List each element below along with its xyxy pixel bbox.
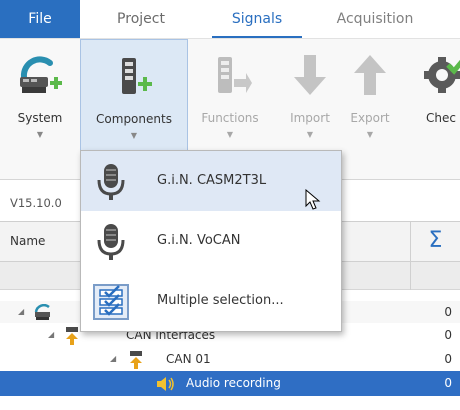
- menu-item-multiple-selection[interactable]: Multiple selection...: [81, 271, 341, 331]
- device-icon: [34, 304, 50, 320]
- column-header-name[interactable]: Name: [10, 234, 45, 248]
- check-gear-icon: [424, 57, 460, 93]
- menu-item-vocan[interactable]: G.i.N. VoCAN: [81, 211, 341, 271]
- functions-button-label: Functions: [201, 111, 259, 125]
- menu-item-label: G.i.N. CASM2T3L: [157, 173, 267, 188]
- export-button[interactable]: Export ▼: [340, 39, 400, 155]
- chevron-down-icon: ▼: [366, 130, 374, 139]
- tree-row-value: 0: [444, 376, 452, 390]
- export-button-label: Export: [350, 111, 390, 125]
- ribbon-tab-bar: File Project Signals Acquisition: [0, 0, 460, 38]
- import-button-label: Import: [290, 111, 330, 125]
- import-button[interactable]: Import ▼: [280, 39, 340, 155]
- components-dropdown-menu: G.i.N. CASM2T3L G.i.N. VoCAN Multiple se…: [80, 150, 342, 332]
- check-button-label: Chec: [426, 111, 456, 125]
- menu-item-casm2t3l[interactable]: G.i.N. CASM2T3L: [81, 151, 341, 211]
- functions-add-icon: [218, 57, 252, 93]
- import-arrow-icon: [294, 55, 326, 95]
- functions-button[interactable]: Functions ▼: [190, 39, 270, 155]
- version-label: V15.10.0: [10, 196, 62, 210]
- export-arrow-icon: [354, 55, 386, 95]
- chevron-down-icon: ▼: [130, 131, 138, 140]
- multi-select-checklist-icon: [93, 284, 129, 320]
- microphone-icon: [97, 224, 125, 260]
- expand-collapse-icon[interactable]: ◢: [110, 348, 116, 370]
- components-button-label: Components: [96, 112, 172, 126]
- expand-collapse-icon[interactable]: ◢: [48, 324, 54, 346]
- microphone-icon: [97, 164, 125, 200]
- tree-row-value: 0: [444, 328, 452, 342]
- tab-signals[interactable]: Signals: [212, 0, 302, 38]
- tab-acquisition[interactable]: Acquisition: [310, 0, 440, 38]
- tab-file[interactable]: File: [0, 0, 80, 38]
- menu-item-label: Multiple selection...: [157, 293, 284, 308]
- tree-row-label: CAN 01: [166, 352, 211, 366]
- system-button-label: System: [17, 111, 63, 125]
- sum-column-header[interactable]: Σ: [410, 222, 460, 262]
- tree-row-value: 0: [444, 305, 452, 319]
- menu-item-label: G.i.N. VoCAN: [157, 233, 241, 248]
- connector-icon: [130, 351, 142, 369]
- chevron-down-icon: ▼: [226, 130, 234, 139]
- component-add-icon: [122, 58, 152, 94]
- system-button[interactable]: System ▼: [0, 39, 80, 155]
- mouse-cursor-icon: [305, 189, 321, 210]
- expand-collapse-icon[interactable]: ◢: [18, 301, 24, 323]
- system-add-icon: [20, 56, 62, 93]
- tree-row[interactable]: ◢ CAN 01 0: [0, 348, 460, 370]
- speaker-icon: [157, 377, 174, 391]
- tree-row-selected[interactable]: Audio recording 0: [0, 371, 460, 396]
- filter-cell[interactable]: [410, 262, 460, 290]
- tree-row-value: 0: [444, 352, 452, 366]
- chevron-down-icon: ▼: [36, 130, 44, 139]
- tree-row-label: Audio recording: [186, 376, 281, 390]
- tab-project[interactable]: Project: [96, 0, 186, 38]
- chevron-down-icon: ▼: [306, 130, 314, 139]
- components-button[interactable]: Components ▼: [80, 39, 188, 155]
- check-button[interactable]: Chec: [406, 39, 460, 155]
- connector-icon: [66, 327, 78, 345]
